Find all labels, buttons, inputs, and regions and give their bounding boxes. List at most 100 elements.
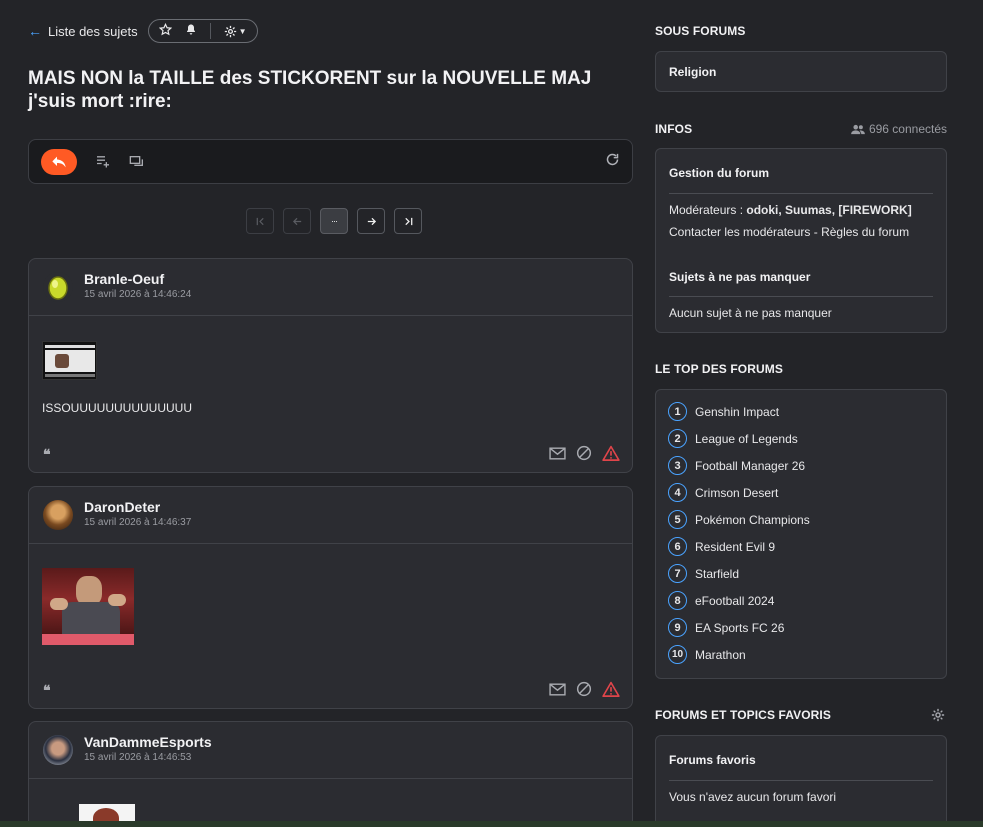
new-topic-icon[interactable] (95, 154, 111, 169)
top-forum-item[interactable]: 10 Marathon (668, 641, 934, 668)
moderators-names[interactable]: odoki, Suumas, [FIREWORK] (746, 203, 911, 217)
moderators-label: Modérateurs : (669, 203, 747, 217)
divider (669, 296, 933, 297)
arrow-left-icon: ← (28, 23, 42, 39)
first-page-button[interactable] (246, 208, 274, 234)
post-content (29, 568, 632, 645)
infos-heading: INFOS (655, 122, 693, 136)
top-forum-item[interactable]: 1 Genshin Impact (668, 398, 934, 425)
pagination: ··· (246, 208, 422, 234)
top-forum-item[interactable]: 3 Football Manager 26 (668, 452, 934, 479)
star-icon[interactable] (158, 22, 172, 39)
top-forum-item[interactable]: 8 eFootball 2024 (668, 587, 934, 614)
avatar[interactable] (43, 500, 73, 530)
top-forum-label[interactable]: Starfield (695, 567, 739, 581)
settings-dropdown-icon[interactable]: ▼ (224, 25, 247, 38)
topic-nav: ← Liste des sujets ▼ (28, 19, 258, 43)
mail-icon[interactable] (549, 682, 566, 699)
top-forum-label[interactable]: Pokémon Champions (695, 513, 810, 527)
rank-badge: 10 (668, 645, 687, 664)
back-to-topics-link[interactable]: ← Liste des sujets (28, 23, 138, 39)
report-icon[interactable] (602, 681, 620, 700)
first-page-icon (256, 217, 264, 225)
post-header: VanDammeEsports 15 avril 2026 à 14:46:53 (29, 722, 632, 779)
top-forum-label[interactable]: Crimson Desert (695, 486, 778, 500)
topic-title: MAIS NON la TAILLE des STICKORENT sur la… (28, 68, 592, 112)
rank-badge: 1 (668, 402, 687, 421)
post-header: Branle-Oeuf 15 avril 2026 à 14:46:24 (29, 259, 632, 316)
post-author[interactable]: VanDammeEsports (84, 734, 212, 750)
gear-icon[interactable] (931, 708, 945, 725)
rank-badge: 2 (668, 429, 687, 448)
contact-link[interactable]: Contacter les modérateurs - Règles du fo… (669, 225, 909, 239)
pill-divider (209, 23, 211, 39)
top-forum-item[interactable]: 4 Crimson Desert (668, 479, 934, 506)
post-date[interactable]: 15 avril 2026 à 14:46:53 (84, 752, 212, 763)
last-page-icon (404, 217, 412, 225)
arrow-right-icon (367, 217, 376, 225)
rank-badge: 5 (668, 510, 687, 529)
reply-icon (52, 156, 66, 167)
prev-page-button[interactable] (283, 208, 311, 234)
report-icon[interactable] (602, 445, 620, 464)
back-label: Liste des sujets (48, 23, 138, 39)
infos-box: Gestion du forum Modérateurs : odoki, Su… (655, 148, 947, 333)
post-date[interactable]: 15 avril 2026 à 14:46:37 (84, 517, 191, 528)
refresh-icon[interactable] (605, 152, 620, 172)
forum-post: DaronDeter 15 avril 2026 à 14:46:37 ❝ (28, 486, 633, 709)
post-text: ISSOUUUUUUUUUUUUUU (42, 401, 192, 415)
next-page-button[interactable] (357, 208, 385, 234)
quote-icon[interactable]: ❝ (43, 446, 50, 463)
page-jump-button[interactable]: ··· (320, 208, 348, 234)
avatar[interactable] (43, 735, 73, 765)
top-forum-label[interactable]: Genshin Impact (695, 405, 779, 419)
quote-icon[interactable]: ❝ (43, 682, 50, 699)
rank-badge: 8 (668, 591, 687, 610)
sticker-image[interactable] (42, 568, 134, 645)
post-date[interactable]: 15 avril 2026 à 14:46:24 (84, 289, 191, 300)
top-forum-item[interactable]: 5 Pokémon Champions (668, 506, 934, 533)
post-author[interactable]: Branle-Oeuf (84, 271, 191, 287)
last-page-button[interactable] (394, 208, 422, 234)
sous-forums-box: Religion (655, 51, 947, 92)
top-forum-item[interactable]: 2 League of Legends (668, 425, 934, 452)
forums-favoris-title: Forums favoris (669, 753, 756, 767)
moderators-line: Modérateurs : odoki, Suumas, [FIREWORK] (669, 203, 912, 217)
sous-forum-link[interactable]: Religion (669, 65, 716, 79)
forum-post: Branle-Oeuf 15 avril 2026 à 14:46:24 ISS… (28, 258, 633, 473)
divider (669, 193, 933, 194)
avatar[interactable] (43, 272, 73, 302)
post-footer: ❝ (43, 681, 620, 700)
post-author[interactable]: DaronDeter (84, 499, 191, 515)
reply-button[interactable] (41, 148, 77, 175)
block-icon[interactable] (576, 681, 592, 700)
block-icon[interactable] (576, 445, 592, 464)
top-forum-label[interactable]: Marathon (695, 648, 746, 662)
rank-badge: 9 (668, 618, 687, 637)
top-forums-heading: LE TOP DES FORUMS (655, 362, 783, 376)
post-content: ISSOUUUUUUUUUUUUUU (29, 341, 632, 415)
bell-icon[interactable] (185, 23, 197, 39)
connected-count: 696 connectés (850, 122, 947, 136)
top-forum-item[interactable]: 9 EA Sports FC 26 (668, 614, 934, 641)
sous-forums-heading: SOUS FORUMS (655, 24, 746, 38)
top-forums-box: 1 Genshin Impact 2 League of Legends 3 Footba… (655, 389, 947, 679)
post-header: DaronDeter 15 avril 2026 à 14:46:37 (29, 487, 632, 544)
forum-post: VanDammeEsports 15 avril 2026 à 14:46:53 (28, 721, 633, 827)
rank-badge: 7 (668, 564, 687, 583)
mail-icon[interactable] (549, 446, 566, 463)
must-read-empty: Aucun sujet à ne pas manquer (669, 306, 832, 320)
top-forum-label[interactable]: Resident Evil 9 (695, 540, 775, 554)
topic-toolbar (28, 139, 633, 184)
top-forum-item[interactable]: 6 Resident Evil 9 (668, 533, 934, 560)
top-forum-label[interactable]: EA Sports FC 26 (695, 621, 784, 635)
sticker-image[interactable] (42, 341, 97, 380)
top-forum-label[interactable]: League of Legends (695, 432, 798, 446)
top-forum-label[interactable]: Football Manager 26 (695, 459, 805, 473)
connected-label: 696 connectés (868, 122, 947, 136)
top-forum-item[interactable]: 7 Starfield (668, 560, 934, 587)
top-forum-label[interactable]: eFootball 2024 (695, 594, 774, 608)
topics-list-icon[interactable] (129, 155, 145, 169)
forums-favoris-empty: Vous n'avez aucun forum favori (669, 790, 837, 804)
must-read-title: Sujets à ne pas manquer (669, 270, 811, 284)
